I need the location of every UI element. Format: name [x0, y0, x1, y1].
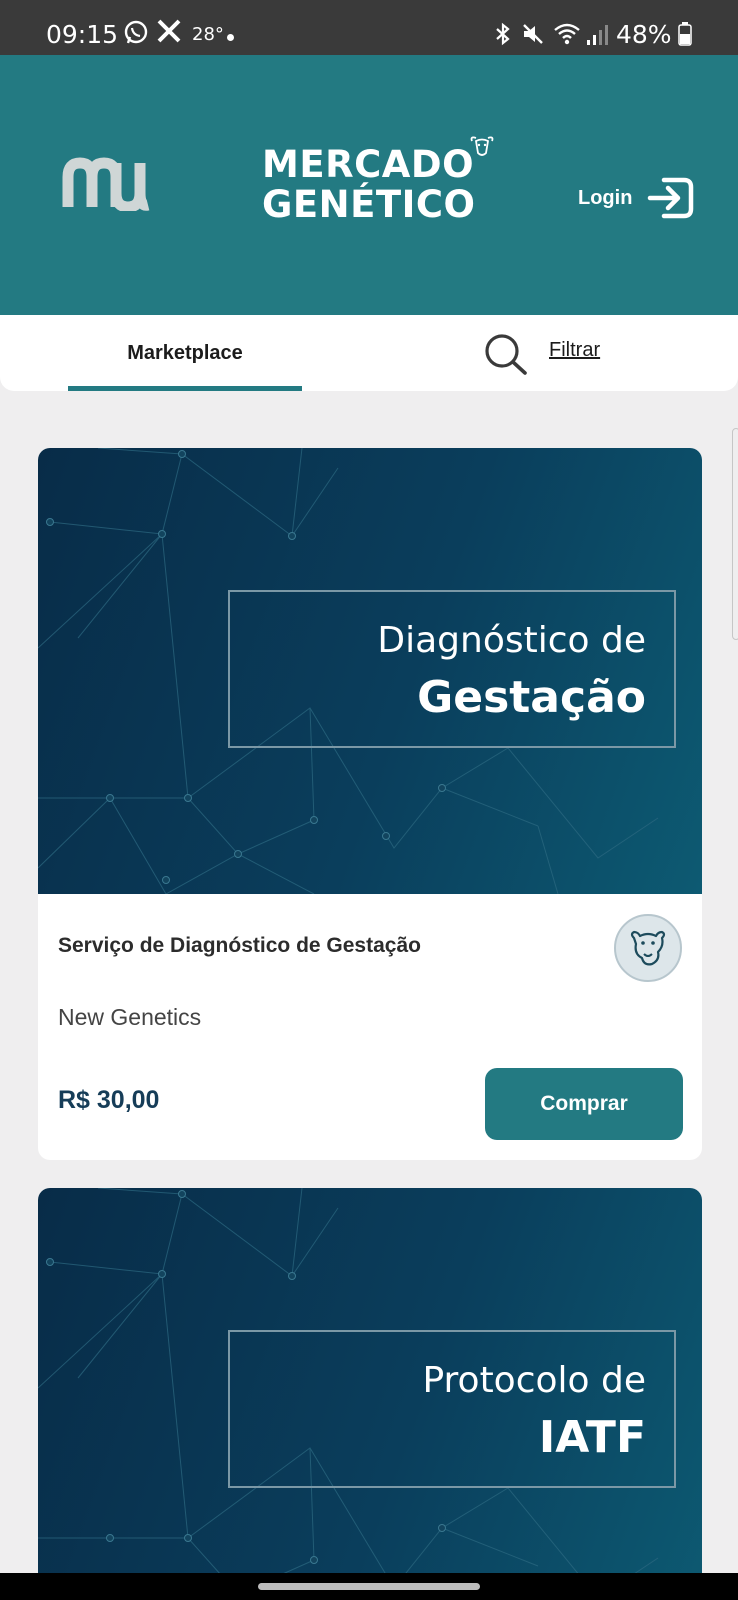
product-price: R$ 30,00: [58, 1086, 160, 1114]
notification-dot: [227, 34, 234, 41]
bull-icon: [470, 136, 494, 156]
battery-icon: [678, 22, 692, 46]
mw-logo[interactable]: [62, 155, 154, 211]
scroll-handle[interactable]: [732, 428, 738, 640]
login-label: Login: [578, 186, 633, 209]
product-title: Serviço de Diagnóstico de Gestação: [58, 934, 421, 957]
whatsapp-icon: [124, 20, 148, 44]
login-arrow-icon: [648, 177, 694, 219]
product-banner: Protocolo de IATF: [38, 1188, 702, 1600]
battery-percent: 48%: [616, 20, 672, 49]
banner-frame: [228, 590, 676, 748]
banner-line-1: Diagnóstico de: [377, 620, 646, 661]
brand-line-2: GENÉTICO: [262, 183, 476, 226]
wifi-icon: [554, 23, 580, 45]
bluetooth-icon: [496, 22, 510, 46]
x-icon: [157, 19, 181, 43]
system-nav-bar: [0, 1573, 738, 1600]
banner-line-2: Gestação: [417, 672, 646, 723]
brand-line-1: MERCADO: [262, 143, 475, 186]
filter-link[interactable]: Filtrar: [549, 339, 600, 362]
seller-avatar[interactable]: [614, 914, 682, 982]
product-seller: New Genetics: [58, 1004, 202, 1030]
banner-line-1: Protocolo de: [422, 1360, 646, 1401]
tab-marketplace[interactable]: Marketplace: [68, 315, 302, 391]
status-time: 09:15: [46, 20, 119, 49]
home-gesture-pill[interactable]: [258, 1583, 480, 1590]
cow-icon: [630, 930, 666, 966]
brand-logo[interactable]: MERCADO GENÉTICO: [262, 145, 476, 225]
buy-button[interactable]: Comprar: [485, 1068, 683, 1140]
search-icon[interactable]: [483, 332, 529, 376]
login-button[interactable]: Login: [578, 173, 696, 223]
app-header: MERCADO GENÉTICO Login: [0, 55, 738, 315]
status-bar: 09:15 28° 48%: [0, 0, 738, 55]
status-temperature: 28°: [192, 24, 224, 45]
mute-icon: [523, 24, 543, 44]
tab-bar: Marketplace Filtrar: [0, 315, 738, 391]
tab-active-indicator: [68, 386, 302, 391]
banner-line-2: IATF: [538, 1412, 646, 1463]
signal-icon: [587, 25, 608, 45]
product-banner: Diagnóstico de Gestação: [38, 448, 702, 894]
product-card[interactable]: Diagnóstico de Gestação Serviço de Diagn…: [38, 448, 702, 1160]
product-card[interactable]: Protocolo de IATF: [38, 1188, 702, 1600]
banner-frame: [228, 1330, 676, 1488]
